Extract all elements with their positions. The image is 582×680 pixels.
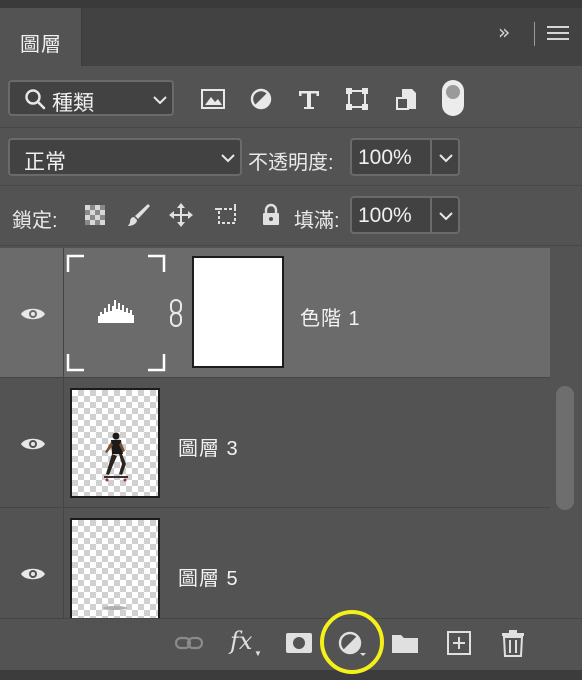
- link-layers-icon[interactable]: [174, 629, 204, 657]
- lock-image-pixels-icon[interactable]: [126, 202, 152, 228]
- layers-list: 色階 1 圖層 3 圖層 5: [0, 248, 550, 618]
- lock-label: 鎖定:: [12, 210, 58, 232]
- levels-adjustment-thumbnail[interactable]: [66, 254, 166, 372]
- eye-icon[interactable]: [20, 306, 46, 322]
- blend-mode-value: 正常: [24, 151, 66, 174]
- adjustment-filter-icon[interactable]: [248, 86, 274, 112]
- fill-dropdown[interactable]: [430, 196, 460, 234]
- delete-layer-icon[interactable]: [498, 629, 528, 657]
- fill-field[interactable]: 100%: [350, 196, 430, 234]
- lock-artboard-icon[interactable]: [214, 202, 240, 228]
- type-filter-icon[interactable]: [296, 86, 322, 112]
- image-filter-icon[interactable]: [200, 86, 226, 112]
- chevron-down-icon: [439, 154, 453, 163]
- fill-value: 100%: [358, 204, 412, 227]
- filter-toggle-knob: [446, 85, 460, 99]
- visibility-column: [0, 248, 64, 378]
- blend-mode-select[interactable]: 正常: [8, 138, 242, 176]
- skateboarder-image: [104, 432, 128, 482]
- header-divider: [534, 22, 535, 46]
- new-group-icon[interactable]: [390, 629, 420, 657]
- layer-name[interactable]: 圖層 3: [178, 432, 239, 461]
- hamburger-menu-icon[interactable]: [547, 26, 569, 40]
- opacity-field[interactable]: 100%: [350, 138, 430, 176]
- lock-row: 鎖定: 填滿: 100%: [0, 186, 582, 246]
- new-layer-icon[interactable]: [444, 629, 474, 657]
- lock-all-icon[interactable]: [258, 202, 284, 228]
- layer-name[interactable]: 圖層 5: [178, 562, 239, 591]
- fx-text: fx: [230, 627, 253, 655]
- opacity-label: 不透明度:: [248, 152, 334, 174]
- filter-row: 種類: [0, 66, 582, 128]
- eye-icon[interactable]: [20, 566, 46, 582]
- eye-icon[interactable]: [20, 436, 46, 452]
- layer-mask-thumbnail[interactable]: [192, 256, 284, 368]
- filter-toggle[interactable]: [442, 80, 464, 116]
- blend-row: 正常 不透明度: 100%: [0, 128, 582, 186]
- chevron-down-icon: [153, 96, 167, 105]
- opacity-value: 100%: [358, 146, 412, 169]
- tab-layers[interactable]: 圖層: [0, 8, 82, 66]
- opacity-dropdown[interactable]: [430, 138, 460, 176]
- layer-thumbnail[interactable]: [70, 388, 160, 498]
- search-icon: [25, 89, 46, 110]
- visibility-column: [0, 508, 64, 618]
- mask-link-icon[interactable]: [168, 298, 184, 328]
- layers-scrollbar-thumb[interactable]: [556, 386, 574, 510]
- add-mask-icon[interactable]: [284, 629, 314, 657]
- layer-row-3[interactable]: 圖層 3: [0, 378, 550, 508]
- fill-label: 填滿:: [294, 210, 340, 232]
- layer-row-levels[interactable]: 色階 1: [0, 248, 550, 378]
- filter-kind-select[interactable]: 種類: [8, 80, 174, 116]
- layer-name[interactable]: 色階 1: [300, 302, 361, 331]
- highlight-circle: [320, 610, 384, 674]
- layer-row-5[interactable]: 圖層 5: [0, 508, 550, 618]
- filter-kind-value: 種類: [52, 92, 94, 115]
- panel-top-border: [0, 0, 582, 8]
- chevron-down-icon: [221, 154, 235, 163]
- layers-toolbar: fx ▼: [0, 618, 582, 670]
- visibility-column: [0, 378, 64, 508]
- lock-position-icon[interactable]: [168, 202, 194, 228]
- shadow-image: [103, 606, 127, 610]
- fx-dropdown-arrow: ▼: [254, 649, 262, 658]
- lock-transparent-pixels-icon[interactable]: [82, 202, 108, 228]
- panel-resize-strip[interactable]: [0, 670, 582, 680]
- layer-thumbnail[interactable]: [70, 518, 160, 618]
- shape-filter-icon[interactable]: [344, 86, 370, 112]
- double-chevron-right-icon[interactable]: »: [498, 20, 510, 44]
- chevron-down-icon: [439, 212, 453, 221]
- panel-header: 圖層 »: [0, 0, 582, 66]
- smart-object-filter-icon[interactable]: [394, 86, 420, 112]
- tab-layers-label: 圖層: [20, 34, 62, 56]
- fx-icon[interactable]: fx ▼: [230, 627, 264, 658]
